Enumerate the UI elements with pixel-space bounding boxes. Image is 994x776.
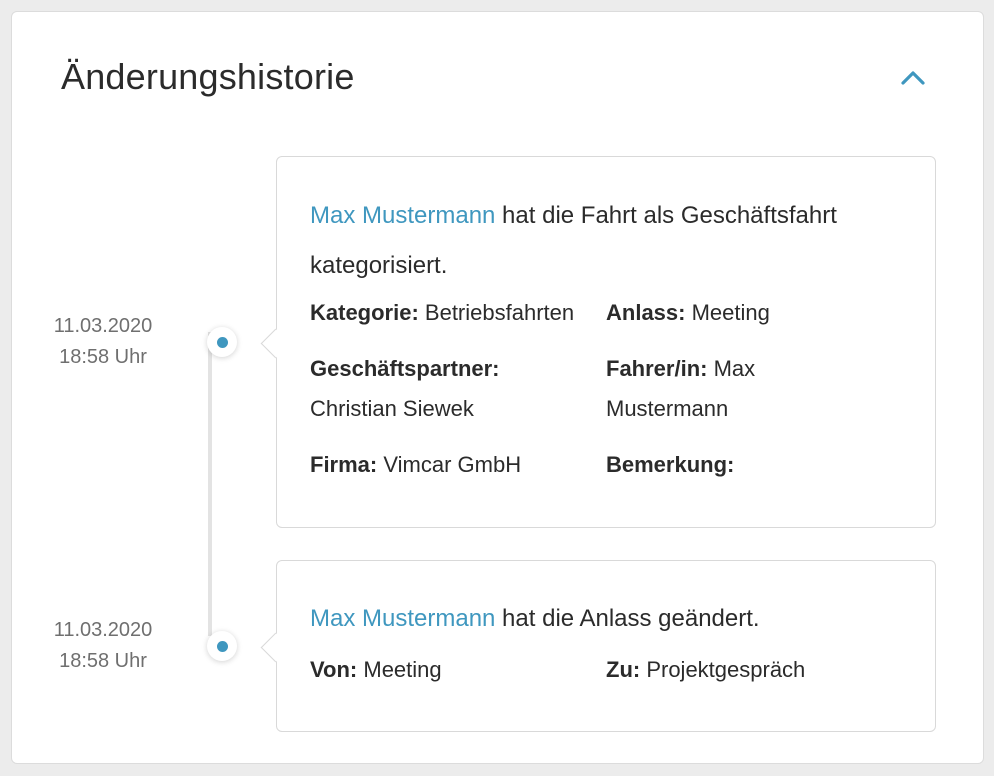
timeline-dot [216, 640, 228, 652]
field-label: Firma: [310, 452, 378, 477]
entry-message: Max Mustermann hat die Fahrt als Geschäf… [310, 191, 905, 291]
field-kategorie: Kategorie: Betriebsfahrten [310, 293, 610, 333]
entry-date: 11.03.2020 [53, 315, 153, 337]
history-entry-card: Max Mustermann hat die Fahrt als Geschäf… [260, 156, 936, 528]
user-link[interactable]: Max Mustermann [310, 605, 495, 632]
field-label: Zu: [606, 657, 641, 682]
field-value: Betriebsfahrten [418, 300, 575, 325]
timeline-marker [207, 327, 237, 357]
field-label: Fahrer/in: [606, 356, 708, 381]
field-value: Meeting [685, 300, 770, 325]
field-anlass: Anlass: Meeting [606, 293, 906, 333]
field-value: Projektgespräch [640, 657, 806, 682]
entry-date: 11.03.2020 [53, 619, 153, 641]
field-fahrer: Fahrer/in: Max Mustermann [606, 349, 786, 429]
collapse-button[interactable] [893, 60, 933, 96]
field-value: Meeting [357, 657, 442, 682]
entry-time: 18:58 Uhr [59, 346, 147, 368]
field-label: Von: [310, 657, 358, 682]
timeline-marker [207, 631, 237, 661]
field-value: Vimcar GmbH [377, 452, 522, 477]
entry-message: Max Mustermann hat die Anlass geändert. [310, 594, 905, 644]
chevron-up-icon [901, 71, 925, 85]
field-firma: Firma: Vimcar GmbH [310, 445, 590, 485]
field-geschaeftspartner: Geschäftspartner: Christian Siewek [310, 349, 580, 429]
history-entry-card: Max Mustermann hat die Anlass geändert. … [260, 560, 936, 732]
field-label: Kategorie: [310, 300, 419, 325]
field-von: Von: Meeting [310, 650, 590, 690]
user-link[interactable]: Max Mustermann [310, 202, 495, 229]
field-bemerkung: Bemerkung: [606, 445, 886, 485]
entry-timestamp: 11.03.2020 18:58 Uhr [40, 615, 166, 677]
field-label: Geschäftspartner: [310, 356, 500, 381]
field-value: Christian Siewek [310, 396, 474, 421]
entry-timestamp: 11.03.2020 18:58 Uhr [40, 311, 166, 373]
field-label: Bemerkung: [606, 452, 735, 477]
entry-action: hat die Anlass geändert. [495, 605, 760, 632]
timeline-dot [216, 336, 228, 348]
panel-title: Änderungshistorie [61, 56, 355, 97]
entry-time: 18:58 Uhr [59, 650, 147, 672]
timeline-line [208, 332, 212, 636]
field-zu: Zu: Projektgespräch [606, 650, 906, 690]
field-label: Anlass: [606, 300, 686, 325]
